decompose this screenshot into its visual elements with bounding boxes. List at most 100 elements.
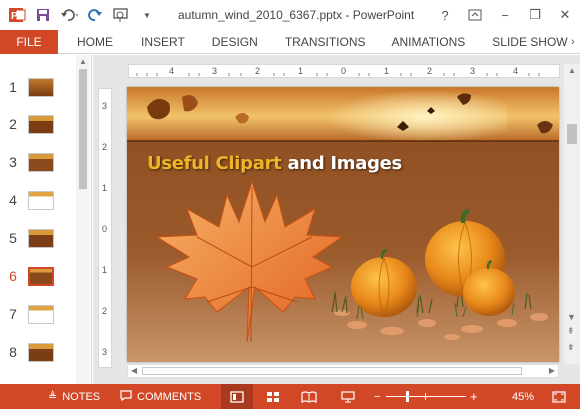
- ruler-label: 1: [384, 66, 390, 76]
- ruler-label: 3: [212, 66, 218, 76]
- zoom-slider-thumb[interactable]: [406, 391, 409, 402]
- ruler-label: 0: [102, 224, 108, 234]
- ruler-label: 1: [102, 183, 108, 193]
- scroll-up-icon[interactable]: ▲: [79, 57, 87, 66]
- slide-editor: 4 3 2 1 0 1 2 3 4 3 2 1 0 1 2 3 Useful C…: [93, 55, 580, 384]
- ribbon-scroll-right-icon[interactable]: ›: [566, 30, 580, 54]
- ruler-label: 3: [102, 347, 108, 357]
- ruler-label: 2: [427, 66, 433, 76]
- quick-access-toolbar: P ▼: [0, 0, 156, 30]
- window-title: autumn_wind_2010_6367.pptx - PowerPoint: [178, 8, 415, 22]
- tab-file[interactable]: FILE: [0, 29, 58, 54]
- slide-number: 5: [9, 230, 17, 246]
- redo-icon[interactable]: [86, 6, 104, 24]
- normal-view-icon: [230, 390, 244, 403]
- thumbnail-slide-1[interactable]: 1: [0, 75, 76, 99]
- scroll-left-icon[interactable]: ◀: [131, 366, 137, 375]
- help-icon[interactable]: ?: [430, 0, 460, 30]
- previous-slide-icon[interactable]: ⇞: [567, 326, 575, 337]
- slide-artwork: [127, 87, 559, 362]
- vertical-scrollbar[interactable]: ▲ ▼ ⇞ ⇟: [564, 64, 580, 364]
- restore-icon[interactable]: ❐: [520, 0, 550, 30]
- ruler-label: 2: [255, 66, 261, 76]
- thumbnail-slide-7[interactable]: 7: [0, 302, 76, 326]
- thumbnail-slide-2[interactable]: 2: [0, 112, 76, 136]
- next-slide-icon[interactable]: ⇟: [567, 342, 575, 353]
- fit-to-window-icon: [552, 390, 566, 403]
- title-bar: P ▼ autumn_wind_2010_6367.pptx - PowerPo…: [0, 0, 580, 30]
- scroll-right-icon[interactable]: ▶: [549, 366, 555, 375]
- tab-design[interactable]: DESIGN: [212, 30, 258, 54]
- zoom-slider-center-mark: [425, 393, 426, 400]
- slide-number: 8: [9, 344, 17, 360]
- customize-qat-icon[interactable]: ▼: [138, 6, 156, 24]
- zoom-level[interactable]: 45%: [512, 384, 534, 409]
- slide-thumbnail-image: [28, 77, 54, 97]
- zoom-out-button[interactable]: −: [374, 384, 380, 409]
- tab-home[interactable]: HOME: [77, 30, 113, 54]
- slide-thumbnail-image: [28, 342, 54, 362]
- powerpoint-icon[interactable]: P: [8, 6, 26, 24]
- slide-number: 3: [9, 154, 17, 170]
- tab-transitions[interactable]: TRANSITIONS: [285, 30, 366, 54]
- slide-thumbnail-image: [28, 152, 54, 172]
- slide-title-highlight: Useful Clipart: [147, 153, 282, 174]
- scrollbar-thumb[interactable]: [567, 124, 577, 144]
- thumbnail-slide-6[interactable]: 6: [0, 264, 76, 288]
- ruler-label: 2: [102, 142, 108, 152]
- ribbon-display-options-icon[interactable]: [460, 0, 490, 30]
- ruler-label: 3: [102, 101, 108, 111]
- start-from-beginning-icon[interactable]: [112, 6, 130, 24]
- svg-text:P: P: [11, 11, 18, 22]
- slide-sorter-icon: [267, 391, 279, 402]
- slide-number: 2: [9, 116, 17, 132]
- ruler-label: 0: [341, 66, 347, 76]
- tab-slide-show[interactable]: SLIDE SHOW: [492, 30, 567, 54]
- tab-insert[interactable]: INSERT: [141, 30, 185, 54]
- slide-title[interactable]: Useful Clipart and Images: [147, 153, 402, 174]
- slide-thumbnail-image: [28, 304, 54, 324]
- ribbon-tabs: FILE HOME INSERT DESIGN TRANSITIONS ANIM…: [0, 29, 580, 54]
- slide-sorter-button[interactable]: [257, 384, 289, 409]
- ruler-label: 3: [470, 66, 476, 76]
- comments-label: COMMENTS: [137, 390, 202, 403]
- notes-label: NOTES: [62, 390, 101, 403]
- slide-canvas[interactable]: Useful Clipart and Images: [127, 87, 559, 362]
- thumbnail-slide-5[interactable]: 5: [0, 226, 76, 250]
- undo-icon[interactable]: [60, 6, 78, 24]
- tab-animations[interactable]: ANIMATIONS: [391, 30, 465, 54]
- normal-view-button[interactable]: [221, 384, 253, 409]
- zoom-in-button[interactable]: +: [470, 384, 478, 409]
- thumbnail-slide-8[interactable]: 8: [0, 340, 76, 364]
- scrollbar-thumb[interactable]: [142, 367, 522, 375]
- reading-view-icon: [301, 390, 317, 403]
- ruler-label: 4: [513, 66, 519, 76]
- scrollbar-thumb[interactable]: [79, 69, 87, 189]
- thumbnail-slide-3[interactable]: 3: [0, 150, 76, 174]
- thumbnails-scrollbar[interactable]: ▲: [76, 55, 90, 384]
- horizontal-scrollbar[interactable]: ◀ ▶: [127, 364, 559, 378]
- minimize-icon[interactable]: −: [490, 0, 520, 30]
- save-icon[interactable]: [34, 6, 52, 24]
- slide-number: 1: [9, 79, 17, 95]
- notes-button[interactable]: ≜ NOTES: [48, 384, 100, 409]
- slide-number: 6: [9, 268, 17, 284]
- ruler-label: 1: [298, 66, 304, 76]
- slide-show-icon: [341, 390, 355, 402]
- status-bar: ≜ NOTES COMMENTS − + 45%: [0, 384, 580, 409]
- scroll-up-icon[interactable]: ▲: [568, 66, 576, 75]
- horizontal-ruler: 4 3 2 1 0 1 2 3 4: [128, 64, 560, 78]
- comment-icon: [120, 389, 132, 404]
- reading-view-button[interactable]: [293, 384, 325, 409]
- slide-thumbnail-image: [28, 190, 54, 210]
- comments-button[interactable]: COMMENTS: [120, 384, 201, 409]
- thumbnail-slide-4[interactable]: 4: [0, 188, 76, 212]
- slide-number: 4: [9, 192, 17, 208]
- scroll-down-icon[interactable]: ▼: [567, 312, 576, 322]
- slide-title-rest: and Images: [287, 153, 402, 174]
- ruler-label: 4: [169, 66, 175, 76]
- zoom-slider[interactable]: [386, 396, 466, 397]
- slide-show-button[interactable]: [332, 384, 364, 409]
- fit-slide-button[interactable]: [546, 384, 572, 409]
- close-icon[interactable]: ✕: [550, 0, 580, 30]
